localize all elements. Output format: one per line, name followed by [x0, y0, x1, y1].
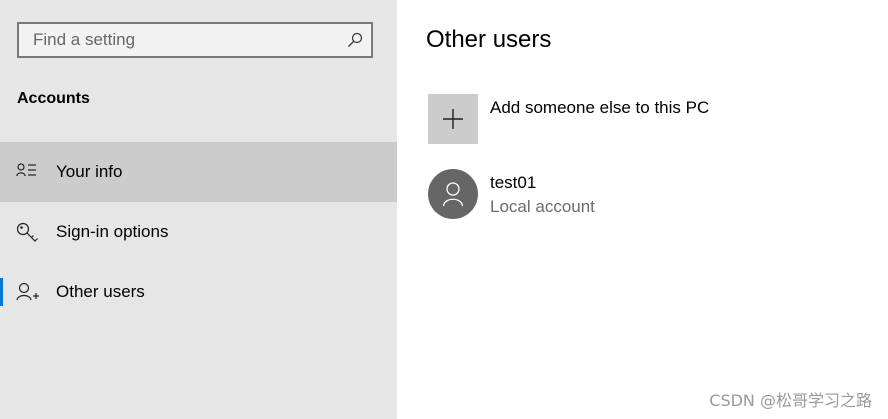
user-name: test01 — [490, 173, 537, 192]
sidebar-item-sign-in-options[interactable]: Sign-in options — [0, 202, 397, 262]
add-tile[interactable] — [428, 94, 478, 144]
sidebar-item-label: Sign-in options — [56, 222, 169, 241]
avatar — [428, 169, 478, 219]
sidebar-item-label: Your info — [56, 162, 123, 181]
active-indicator — [0, 278, 3, 306]
sidebar-item-other-users[interactable]: Other users — [0, 262, 397, 322]
sidebar-item-label: Other users — [56, 282, 145, 301]
sidebar-item-your-info[interactable]: Your info — [0, 142, 397, 202]
add-user-label[interactable]: Add someone else to this PC — [490, 98, 709, 118]
watermark: CSDN @松哥学习之路 — [709, 391, 872, 410]
page-title: Other users — [426, 26, 552, 53]
sidebar: Accounts Your info Sign-in options — [0, 0, 397, 419]
person-add-icon — [16, 282, 40, 302]
search-box[interactable] — [17, 22, 373, 58]
search-input[interactable] — [19, 24, 339, 56]
search-icon[interactable] — [347, 32, 363, 48]
user-item-test01[interactable]: test01 Local account — [428, 169, 848, 219]
user-account-type: Local account — [490, 197, 595, 216]
add-user-button[interactable]: Add someone else to this PC — [428, 94, 848, 144]
person-list-icon — [16, 162, 40, 182]
key-icon — [16, 222, 40, 242]
section-heading: Accounts — [17, 90, 90, 107]
